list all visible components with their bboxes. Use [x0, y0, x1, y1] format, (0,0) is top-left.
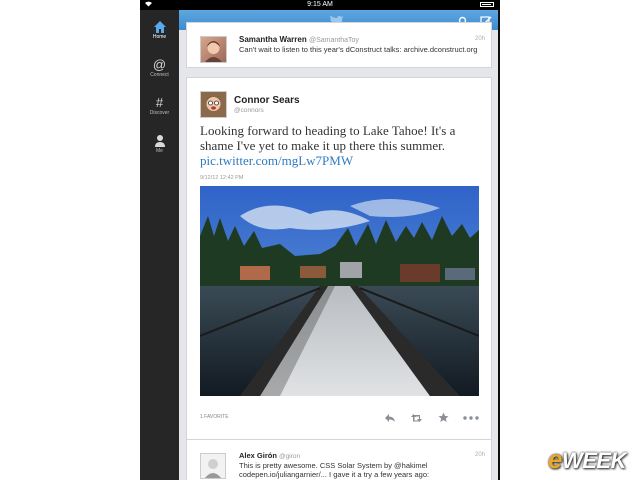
logo-prefix: e [548, 444, 562, 474]
sidebar-item-label: Discover [149, 110, 170, 116]
tweet-text: Can't wait to listen to this year's dCon… [239, 45, 478, 54]
favorite-count[interactable]: 1 FAVORITE [200, 414, 229, 420]
tweet-author-name[interactable]: Connor Sears [234, 95, 300, 106]
tweet-author-name[interactable]: Samantha Warren @SamanthaToy [239, 35, 359, 44]
retweet-icon[interactable] [410, 410, 424, 428]
tweet-photo-link[interactable]: pic.twitter.com/mgLw7PMW [200, 153, 353, 168]
logo-rest: WEEK [561, 448, 627, 473]
tweet-text: Looking forward to heading to Lake Tahoe… [200, 123, 485, 168]
status-bar: 9:15 AM [140, 0, 500, 10]
hash-icon: # [155, 95, 164, 110]
avatar[interactable] [200, 453, 226, 479]
sidebar-item-discover[interactable]: # Discover [140, 95, 179, 117]
eweek-logo: eWEEK [548, 444, 626, 475]
tweet-card[interactable]: Samantha Warren @SamanthaToy 20h Can't w… [186, 22, 492, 68]
sidebar-item-connect[interactable]: @ Connect [140, 57, 179, 79]
author-handle: @SamanthaToy [308, 37, 359, 44]
tweet-time: 20h [474, 36, 485, 42]
tweet-card-expanded[interactable]: Connor Sears @connors Looking forward to… [186, 77, 492, 440]
tweet-photo[interactable] [200, 186, 479, 396]
tweet-card[interactable]: Alex Girón @giron 20h This is pretty awe… [186, 439, 492, 480]
at-icon: @ [152, 57, 167, 72]
tweet-text-line-2: codepen.io/juliangarnier/... I gave it a… [239, 470, 430, 479]
reply-icon[interactable] [384, 410, 396, 428]
sidebar-item-label: Connect [150, 72, 169, 78]
author-handle: @giron [279, 453, 301, 460]
timeline[interactable]: Samantha Warren @SamanthaToy 20h Can't w… [179, 10, 498, 480]
favorite-star-icon[interactable] [438, 410, 449, 428]
sidebar: Home @ Connect # Discover Me [140, 10, 179, 480]
home-icon [153, 21, 166, 33]
more-icon[interactable] [463, 410, 479, 428]
author-name-text: Samantha Warren [239, 35, 307, 44]
tweet-time: 20h [474, 452, 485, 458]
tweet-author-name[interactable]: Alex Girón @giron [239, 451, 300, 460]
author-handle[interactable]: @connors [234, 107, 264, 114]
sidebar-item-label: Me [156, 148, 163, 154]
tweet-text-main: Looking forward to heading to Lake Tahoe… [200, 123, 456, 153]
status-time: 9:15 AM [307, 1, 333, 8]
person-icon [154, 135, 165, 147]
battery-icon [480, 2, 494, 7]
sidebar-item-label: Home [152, 34, 167, 40]
author-name-text: Alex Girón [239, 451, 277, 460]
sidebar-item-me[interactable]: Me [140, 134, 179, 154]
sidebar-item-home[interactable]: Home [140, 20, 179, 40]
avatar[interactable] [200, 36, 227, 63]
tweet-timestamp: 9/12/12 12:42 PM [200, 175, 244, 181]
avatar[interactable] [200, 91, 227, 118]
